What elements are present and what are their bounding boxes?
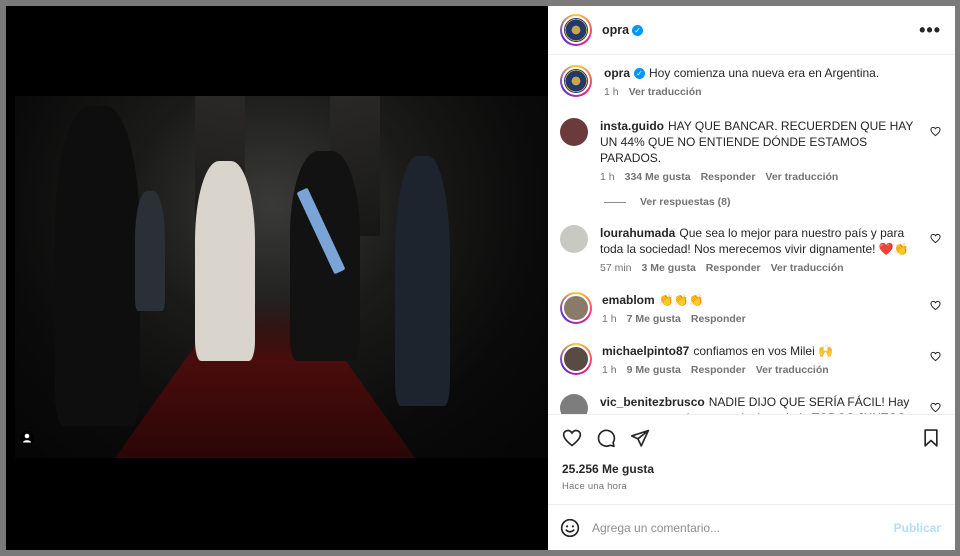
comment-item: michaelpinto87 confiamos en vos Milei 🙌 1… — [560, 343, 941, 376]
comment-username[interactable]: vic_benitezbrusco — [600, 395, 705, 409]
comment-item: vic_benitezbrusco NADIE DIJO QUE SERÍA FÁ… — [560, 394, 941, 414]
reply-button[interactable]: Responder — [706, 262, 761, 274]
view-replies-label[interactable]: Ver respuestas (8) — [640, 196, 730, 208]
comment-likes[interactable]: 7 Me gusta — [627, 313, 681, 325]
caption-translate-link[interactable]: Ver traducción — [629, 86, 702, 98]
bookmark-icon[interactable] — [921, 428, 941, 448]
caption-username[interactable]: opra — [604, 66, 630, 80]
verified-icon: ✓ — [632, 24, 644, 36]
post-details-panel: opra ✓ ••• opra ✓ Hoy comienza una nueva e… — [548, 6, 955, 550]
share-icon[interactable] — [630, 428, 650, 448]
reply-button[interactable]: Responder — [691, 313, 746, 325]
comment-username[interactable]: emablom — [602, 293, 655, 307]
heart-icon[interactable] — [930, 233, 941, 244]
comment-likes[interactable]: 334 Me gusta — [625, 171, 691, 183]
comment-likes[interactable]: 3 Me gusta — [642, 262, 696, 274]
caption-avatar[interactable] — [560, 65, 592, 97]
likes-count[interactable]: 25.256 Me gusta — [548, 454, 955, 476]
heart-icon[interactable] — [930, 402, 941, 413]
caption-time: 1 h — [604, 86, 619, 98]
more-icon[interactable]: ••• — [919, 21, 941, 39]
caption-text: Hoy comienza una nueva era en Argentina. — [649, 66, 880, 80]
comment-time: 1 h — [602, 364, 617, 376]
comment-avatar[interactable] — [560, 118, 588, 146]
comment-avatar[interactable] — [560, 225, 588, 253]
comment-input[interactable] — [592, 520, 894, 535]
view-replies[interactable]: Ver respuestas (8) — [604, 196, 941, 208]
add-comment-bar: Publicar — [548, 504, 955, 550]
reply-button[interactable]: Responder — [691, 364, 746, 376]
publish-button[interactable]: Publicar — [894, 521, 941, 535]
comment-username[interactable]: insta.guido — [600, 119, 664, 133]
translate-link[interactable]: Ver traducción — [765, 171, 838, 183]
user-tag-icon[interactable] — [20, 431, 34, 445]
post-header: opra ✓ ••• — [548, 6, 955, 55]
emoji-icon[interactable] — [560, 518, 580, 538]
comments-list[interactable]: opra ✓ Hoy comienza una nueva era en Argen… — [548, 55, 955, 414]
comment-text: confiamos en vos Milei 🙌 — [693, 344, 834, 358]
comment-item: emablom 👏👏👏 1 h 7 Me gusta Responder — [560, 292, 941, 325]
comment-likes[interactable]: 9 Me gusta — [627, 364, 681, 376]
caption: opra ✓ Hoy comienza una nueva era en Argen… — [560, 65, 941, 98]
comment-avatar[interactable] — [560, 394, 588, 414]
comment-text: 👏👏👏 — [658, 293, 704, 307]
comment-time: 1 h — [600, 171, 615, 183]
post-modal: opra ✓ ••• opra ✓ Hoy comienza una nueva e… — [6, 6, 955, 550]
comment-username[interactable]: lourahumada — [600, 226, 675, 240]
heart-icon[interactable] — [562, 428, 582, 448]
comment-icon[interactable] — [596, 428, 616, 448]
comment-avatar[interactable] — [560, 292, 592, 324]
translate-link[interactable]: Ver traducción — [771, 262, 844, 274]
comment-item: lourahumada Que sea lo mejor para nuestro… — [560, 225, 941, 274]
heart-icon[interactable] — [930, 351, 941, 362]
reply-button[interactable]: Responder — [701, 171, 756, 183]
heart-icon[interactable] — [930, 300, 941, 311]
post-actions — [548, 414, 955, 454]
comment-avatar[interactable] — [560, 343, 592, 375]
comment-time: 1 h — [602, 313, 617, 325]
comment-item: insta.guido HAY QUE BANCAR. RECUERDEN QUE… — [560, 118, 941, 183]
comment-time: 57 min — [600, 262, 632, 274]
author-username[interactable]: opra — [602, 23, 629, 37]
author-avatar[interactable] — [560, 14, 592, 46]
translate-link[interactable]: Ver traducción — [756, 364, 829, 376]
verified-icon: ✓ — [634, 68, 646, 79]
heart-icon[interactable] — [930, 126, 941, 137]
comment-username[interactable]: michaelpinto87 — [602, 344, 689, 358]
post-photo[interactable] — [15, 96, 548, 458]
post-time: Hace una hora — [562, 481, 627, 492]
post-media[interactable] — [6, 6, 548, 550]
